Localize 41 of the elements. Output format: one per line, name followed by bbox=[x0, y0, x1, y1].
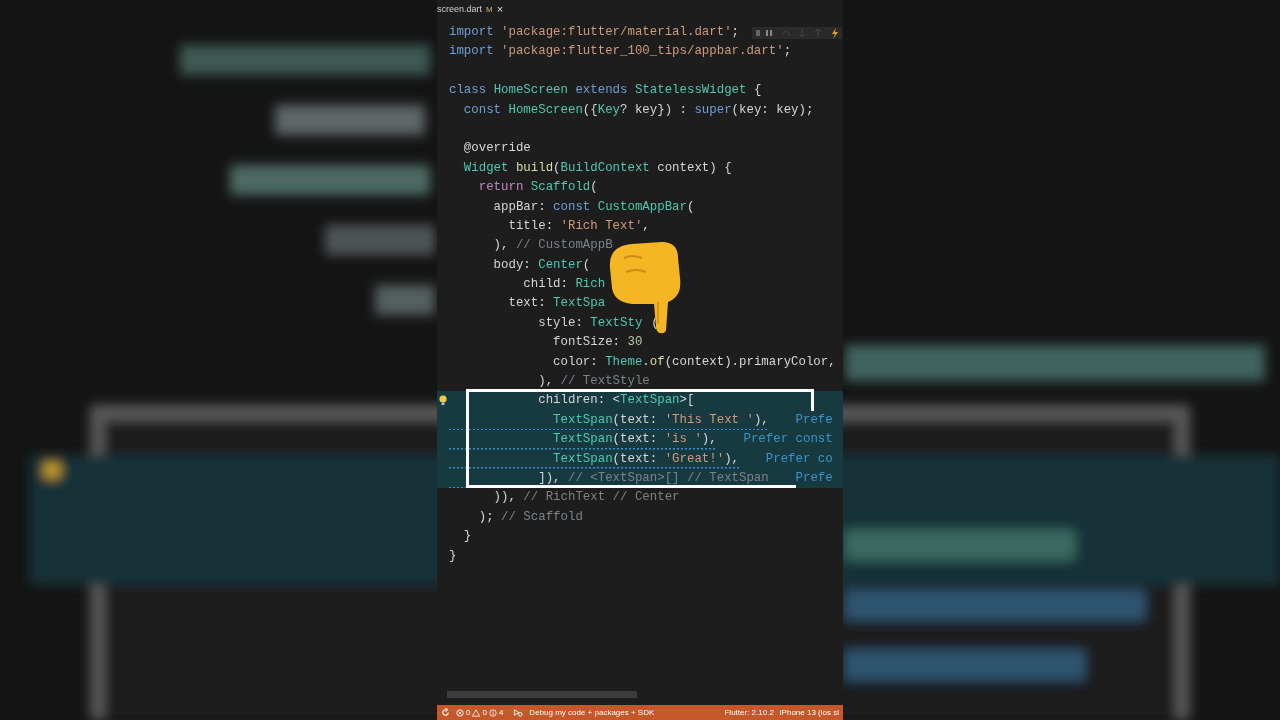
info-count[interactable]: 4 bbox=[498, 708, 504, 717]
code-line: appBar: const CustomAppBar( bbox=[492, 198, 695, 216]
code-line: return Scaffold( bbox=[477, 179, 598, 197]
code-line: body: Center( bbox=[492, 256, 591, 274]
device-selector[interactable]: iPhone 13 (ios si bbox=[779, 708, 839, 717]
sync-icon[interactable] bbox=[441, 708, 450, 717]
code-line: )), // RichText // Center bbox=[492, 489, 680, 507]
warning-count[interactable]: 0 bbox=[482, 708, 487, 717]
debug-toolbar-drawing[interactable] bbox=[752, 27, 842, 39]
code-line: ), // TextStyle bbox=[537, 373, 650, 391]
debug-config[interactable]: Debug my code + packages + SDK bbox=[529, 708, 655, 717]
debug-icon[interactable] bbox=[513, 708, 524, 717]
code-line: style: TextSty ( bbox=[537, 314, 659, 332]
modified-indicator: M bbox=[486, 4, 493, 14]
code-line: import 'package:flutter/material.dart'; bbox=[449, 24, 739, 41]
code-line: } bbox=[462, 528, 472, 546]
code-line: ); // Scaffold bbox=[477, 508, 583, 526]
horizontal-scrollbar[interactable] bbox=[447, 691, 637, 698]
lint-hint: Prefer const bbox=[743, 430, 833, 450]
warning-icon[interactable] bbox=[472, 708, 481, 717]
editor-tab[interactable]: screen.dart M × bbox=[437, 0, 508, 14]
code-line: child: Rich bbox=[522, 276, 606, 294]
code-line: fontSize: 30 bbox=[552, 334, 643, 352]
code-line: import 'package:flutter_100_tips/appbar.dart'; bbox=[449, 43, 792, 61]
info-icon[interactable] bbox=[488, 708, 497, 717]
error-icon[interactable] bbox=[456, 708, 464, 717]
code-line: text: TextSpa bbox=[507, 295, 606, 313]
code-line: color: Theme.of(context).primaryColor, bbox=[552, 353, 836, 371]
code-line: Widget build(BuildContext context) { bbox=[462, 159, 732, 177]
code-line: children: <TextSpan>[ bbox=[537, 392, 695, 410]
error-count[interactable]: 0 bbox=[466, 708, 471, 717]
code-line: @override bbox=[462, 140, 531, 158]
lightbulb-icon[interactable] bbox=[439, 395, 447, 407]
code-line: class HomeScreen extends StatelessWidget { bbox=[449, 82, 762, 100]
code-line: } bbox=[449, 547, 457, 565]
code-line: title: 'Rich Text', bbox=[507, 217, 650, 235]
close-button[interactable]: × bbox=[496, 4, 504, 14]
lint-hint: Prefer co bbox=[765, 449, 833, 469]
code-line: ), // CustomAppB bbox=[492, 237, 613, 255]
code-line: const HomeScreen({Key? key}) : super(key: key); bbox=[462, 101, 814, 119]
flutter-version[interactable]: Flutter: 2.10.2 bbox=[724, 708, 774, 717]
